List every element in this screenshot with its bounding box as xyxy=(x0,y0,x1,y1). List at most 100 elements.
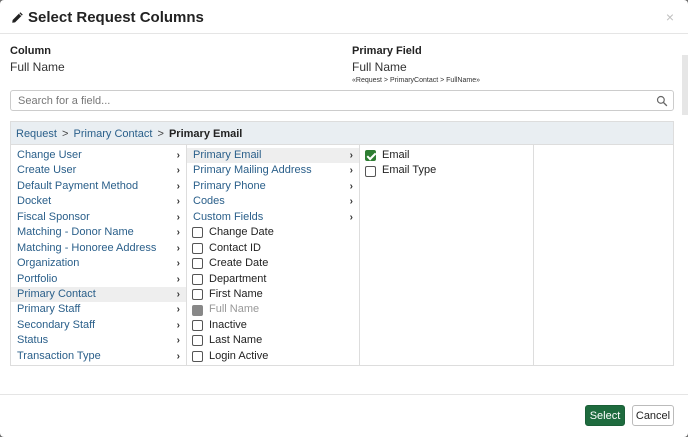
field-link-label: Organization xyxy=(17,257,80,270)
column-contact-fields: Primary Email › Primary Mailing Address › Pr… xyxy=(187,145,360,365)
field-link-label: Secondary Staff xyxy=(17,318,96,331)
field-link-fiscal-sponsor[interactable]: Fiscal Sponsor › xyxy=(11,210,186,225)
field-link-change-user[interactable]: Change User › xyxy=(11,148,186,163)
field-link-organization[interactable]: Organization › xyxy=(11,256,186,271)
field-link-label: Change User xyxy=(17,149,82,161)
chevron-right-icon: › xyxy=(176,288,180,300)
field-link-label: Codes xyxy=(193,195,225,208)
column-request-relations: Change User › Create User › Default Payment … xyxy=(11,145,187,365)
field-link-primary-contact[interactable]: Primary Contact › xyxy=(11,286,186,303)
modal-title-text: Select Request Columns xyxy=(28,9,204,26)
field-link-docket[interactable]: Docket › xyxy=(11,194,186,209)
field-link-custom-fields[interactable]: Custom Fields › xyxy=(187,210,359,225)
checkbox[interactable] xyxy=(365,165,376,177)
field-checkbox-login-active[interactable]: Login Active xyxy=(187,349,359,364)
field-checkbox-first-name[interactable]: First Name xyxy=(187,287,359,302)
cancel-button[interactable]: Cancel xyxy=(632,405,674,426)
chevron-right-icon: › xyxy=(176,258,180,270)
checkbox[interactable] xyxy=(192,273,203,285)
checkbox[interactable] xyxy=(192,289,203,301)
field-checkbox-email[interactable]: Email xyxy=(360,148,533,163)
checkbox-label: Email Type xyxy=(382,164,437,177)
breadcrumb-separator: > xyxy=(157,128,164,140)
modal-title: Select Request Columns xyxy=(11,9,204,26)
field-link-status[interactable]: Status › xyxy=(11,333,186,348)
field-link-label: Docket xyxy=(17,195,52,208)
search-icon[interactable] xyxy=(656,95,668,107)
checkbox[interactable] xyxy=(192,242,203,254)
checkbox-label: First Name xyxy=(209,287,263,300)
field-link-secondary-staff[interactable]: Secondary Staff › xyxy=(11,318,186,333)
field-checkbox-last-name[interactable]: Last Name xyxy=(187,333,359,348)
chevron-right-icon: › xyxy=(349,196,353,208)
field-link-primary-email[interactable]: Primary Email › xyxy=(187,148,359,164)
breadcrumb-link-request[interactable]: Request xyxy=(16,128,57,140)
field-checkbox-inactive[interactable]: Inactive xyxy=(187,318,359,333)
checkbox[interactable] xyxy=(192,320,203,332)
field-link-label: Create User xyxy=(17,164,77,177)
chevron-right-icon: › xyxy=(176,196,180,208)
close-button[interactable]: × xyxy=(666,9,674,25)
field-link-label: Matching - Honoree Address xyxy=(17,241,157,254)
checkbox-label: Department xyxy=(209,272,267,285)
field-link-label: Portfolio xyxy=(17,272,58,285)
field-link-codes[interactable]: Codes › xyxy=(187,194,359,209)
field-link-label: Default Payment Method xyxy=(17,179,139,192)
scrollbar[interactable] xyxy=(682,55,688,115)
field-picker: Request > Primary Contact > Primary Emai… xyxy=(10,121,674,366)
chevron-right-icon: › xyxy=(176,242,180,254)
checkbox[interactable] xyxy=(365,150,376,162)
primary-field-label: Primary Field xyxy=(352,45,422,57)
field-link-create-user[interactable]: Create User › xyxy=(11,163,186,178)
field-link-default-payment-method[interactable]: Default Payment Method › xyxy=(11,179,186,194)
checkbox-label: Inactive xyxy=(209,318,247,331)
field-checkbox-department[interactable]: Department xyxy=(187,272,359,287)
chevron-right-icon: › xyxy=(176,350,180,362)
chevron-right-icon: › xyxy=(176,227,180,239)
breadcrumb-link-primary-contact[interactable]: Primary Contact xyxy=(74,128,153,140)
checkbox xyxy=(192,304,203,316)
field-link-label: Custom Fields xyxy=(193,210,264,223)
field-link-primary-staff[interactable]: Primary Staff › xyxy=(11,302,186,317)
checkbox-label: Change Date xyxy=(209,226,274,239)
field-checkbox-change-date[interactable]: Change Date xyxy=(187,225,359,240)
modal-footer: Select Cancel xyxy=(0,394,688,437)
chevron-right-icon: › xyxy=(176,165,180,177)
field-link-label: Primary Contact xyxy=(17,287,96,300)
primary-field-value: Full Name xyxy=(352,60,407,74)
chevron-right-icon: › xyxy=(176,335,180,347)
field-checkbox-full-name: Full Name xyxy=(187,302,359,317)
primary-field-block: Primary Field Full Name «Request > Prima… xyxy=(352,45,480,84)
field-link-transaction-type[interactable]: Transaction Type › xyxy=(11,349,186,364)
select-columns-dialog: Select Request Columns × Column Full Nam… xyxy=(0,0,688,437)
chevron-right-icon: › xyxy=(176,180,180,192)
column-info-block: Column Full Name xyxy=(10,45,65,74)
checkbox[interactable] xyxy=(192,350,203,362)
breadcrumb: Request > Primary Contact > Primary Emai… xyxy=(11,122,673,145)
select-button[interactable]: Select xyxy=(585,405,625,426)
field-link-matching-honoree-address[interactable]: Matching - Honoree Address › xyxy=(11,241,186,256)
field-checkbox-email-type[interactable]: Email Type xyxy=(360,163,533,178)
field-link-portfolio[interactable]: Portfolio › xyxy=(11,272,186,287)
field-link-label: Primary Staff xyxy=(17,303,81,316)
checkbox[interactable] xyxy=(192,335,203,347)
field-link-label: Primary Email xyxy=(193,149,262,161)
checkbox-label: Last Name xyxy=(209,334,263,347)
checkbox[interactable] xyxy=(192,258,203,270)
chevron-right-icon: › xyxy=(349,211,353,223)
breadcrumb-current: Primary Email xyxy=(168,128,243,140)
checkbox-label: Full Name xyxy=(209,303,260,316)
checkbox[interactable] xyxy=(192,227,203,239)
checkbox-label: Contact ID xyxy=(209,241,261,254)
field-link-primary-mailing-address[interactable]: Primary Mailing Address › xyxy=(187,163,359,178)
search-input[interactable] xyxy=(11,91,673,110)
field-checkbox-contact-id[interactable]: Contact ID xyxy=(187,241,359,256)
modal-header: Select Request Columns × xyxy=(0,0,688,34)
column-info: Column Full Name Primary Field Full Name… xyxy=(10,45,670,85)
field-link-matching-donor-name[interactable]: Matching - Donor Name › xyxy=(11,225,186,240)
pencil-icon xyxy=(12,12,23,23)
field-checkbox-create-date[interactable]: Create Date xyxy=(187,256,359,271)
field-link-label: Fiscal Sponsor xyxy=(17,210,90,223)
chevron-right-icon: › xyxy=(176,319,180,331)
field-link-primary-phone[interactable]: Primary Phone › xyxy=(187,179,359,194)
